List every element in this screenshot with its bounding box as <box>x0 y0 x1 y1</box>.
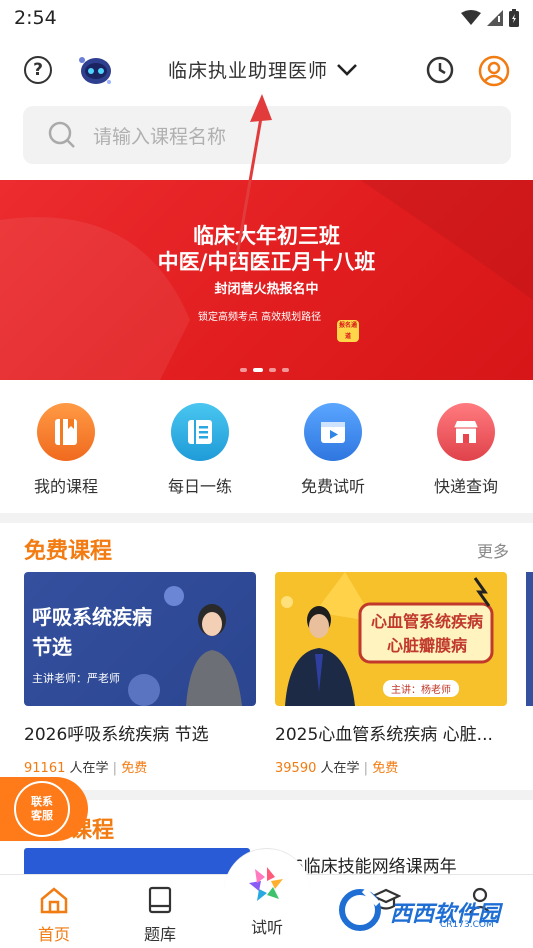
battery-icon <box>509 9 519 27</box>
thumb-teacher: 主讲老师：严老师 <box>32 672 120 685</box>
ticket-icon <box>171 403 229 461</box>
course-thumbnail: 心血管系统疾病 心脏瓣膜病 主讲：杨老师 <box>275 572 507 706</box>
quick-nav-my-courses[interactable]: 我的课程 <box>6 395 126 497</box>
quick-nav-daily-practice[interactable]: 每日一练 <box>140 395 260 497</box>
home-icon <box>14 885 94 915</box>
banner-dot-active <box>253 368 263 372</box>
search-placeholder: 请输入课程名称 <box>93 125 227 148</box>
search-input[interactable]: 请输入课程名称 <box>23 106 511 164</box>
watermark-sub: CR173.COM <box>440 920 494 930</box>
tab-label: 首页 <box>37 925 70 944</box>
exam-selector[interactable]: 临床执业助理医师 <box>168 56 358 83</box>
banner-dot <box>240 368 247 372</box>
thumb-teacher: 主讲：杨老师 <box>383 680 459 697</box>
customer-service-badge: 联系 客服 <box>14 781 70 837</box>
price-label: 免费 <box>121 761 148 776</box>
promo-banner[interactable]: 临床大年初三班 中医/中西医正月十八班 封闭营火热报名中 锁定高频考点 高效规划… <box>0 180 533 380</box>
thumb-title-line: 呼吸系统疾病 <box>32 605 152 629</box>
banner-tagline: 封闭营火热报名中 <box>214 282 319 297</box>
learner-label: 人在学 <box>320 761 360 776</box>
signal-icon <box>487 10 503 26</box>
wifi-icon <box>461 10 481 25</box>
banner-note: 锁定高频考点 高效规划路径 <box>198 312 322 323</box>
more-link[interactable]: 更多 <box>477 538 509 562</box>
cs-label-line: 客服 <box>31 809 53 822</box>
status-icons <box>461 9 519 27</box>
question-bank-icon <box>120 885 200 915</box>
course-meta: 39590 人在学 | 免费 <box>275 757 507 776</box>
customer-service-button[interactable]: 联系 客服 <box>0 777 88 841</box>
quick-nav: 我的课程 每日一练 免费试听 快递查询 <box>0 395 533 505</box>
thumb-title: 呼吸系统疾病 节选 <box>32 602 152 662</box>
thumb-title-line: 心血管系统疾病 <box>370 612 483 631</box>
quick-nav-label: 快递查询 <box>433 477 498 496</box>
meta-separator: | <box>112 761 118 776</box>
audition-icon <box>249 867 283 901</box>
tab-label: 题库 <box>143 925 176 944</box>
tab-home[interactable]: 首页 <box>14 885 94 945</box>
banner-subheadline: 中医/中西医正月十八班 <box>157 249 376 274</box>
course-card-peek[interactable] <box>526 572 533 706</box>
store-icon <box>437 403 495 461</box>
chevron-down-icon <box>337 63 357 76</box>
cs-label-line: 联系 <box>31 795 53 808</box>
quick-nav-label: 我的课程 <box>33 477 98 496</box>
course-thumbnail: 呼吸系统疾病 节选 主讲老师：严老师 <box>24 572 256 706</box>
top-bar: ? 临床执业助理医师 <box>0 44 533 96</box>
tab-question-bank[interactable]: 题库 <box>120 885 200 945</box>
course-name: 2026呼吸系统疾病 节选 <box>24 725 209 745</box>
quick-nav-express-tracking[interactable]: 快递查询 <box>406 395 526 497</box>
banner-dot <box>269 368 276 372</box>
price-label: 免费 <box>372 761 399 776</box>
book-icon <box>37 403 95 461</box>
quick-nav-label: 每日一练 <box>167 477 232 496</box>
course-meta: 91161 人在学 | 免费 <box>24 757 256 776</box>
banner-dot <box>282 368 289 372</box>
quick-nav-label: 免费试听 <box>300 477 365 496</box>
banner-badge[interactable]: 报名通道 <box>337 320 359 342</box>
page-title: 临床执业助理医师 <box>168 60 329 82</box>
meta-separator: | <box>363 761 369 776</box>
section-divider <box>0 513 533 523</box>
banner-pagination <box>240 368 289 372</box>
quick-nav-free-trial[interactable]: 免费试听 <box>273 395 393 497</box>
history-clock-icon[interactable] <box>426 56 454 84</box>
video-icon <box>304 403 362 461</box>
learner-count: 39590 <box>275 761 317 776</box>
course-name: 2025心血管系统疾病 心脏... <box>275 725 493 745</box>
search-icon <box>48 121 75 148</box>
help-icon[interactable]: ? <box>24 56 52 84</box>
thumb-title-line: 心脏瓣膜病 <box>386 636 467 655</box>
free-courses-title: 免费课程 <box>24 539 113 564</box>
course-card[interactable]: 心血管系统疾病 心脏瓣膜病 主讲：杨老师 2025心血管系统疾病 心脏... 3… <box>275 572 507 776</box>
user-avatar-icon[interactable] <box>478 55 510 87</box>
thumb-title: 心血管系统疾病 心脏瓣膜病 <box>367 610 487 658</box>
tab-label: 试听 <box>250 918 283 937</box>
status-time: 2:54 <box>14 7 57 29</box>
learner-label: 人在学 <box>69 761 109 776</box>
course-card[interactable]: 呼吸系统疾病 节选 主讲老师：严老师 2026呼吸系统疾病 节选 91161 人… <box>24 572 256 776</box>
thumb-title-line: 节选 <box>32 635 72 659</box>
learner-count: 91161 <box>24 761 66 776</box>
robot-assistant-icon[interactable] <box>78 54 114 86</box>
status-bar: 2:54 <box>0 0 533 36</box>
